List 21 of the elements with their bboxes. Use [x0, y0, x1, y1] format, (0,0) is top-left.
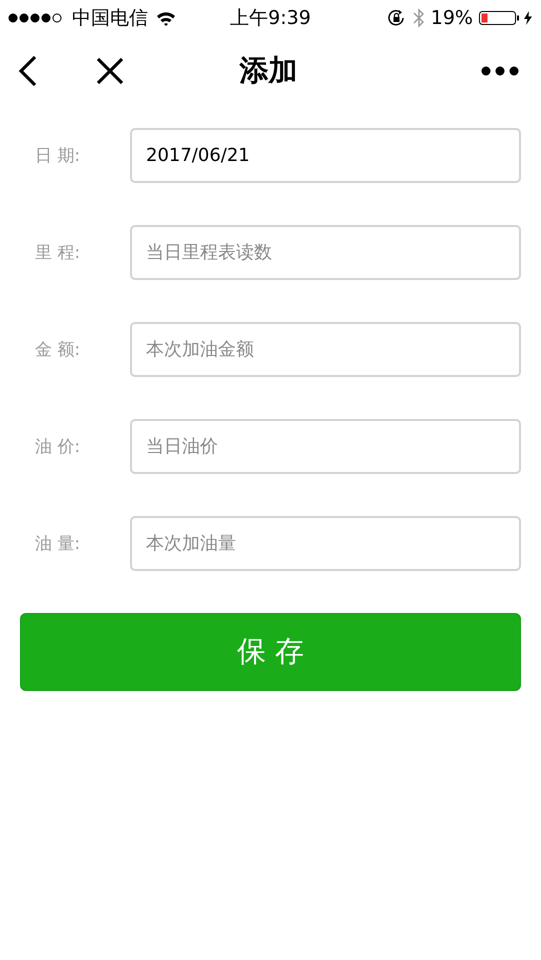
close-icon[interactable] [96, 57, 124, 85]
bluetooth-icon [412, 8, 425, 28]
battery-percent: 19% [430, 7, 473, 29]
field-label: 金 额: [35, 339, 82, 361]
input-field[interactable]: 本次加油量 [130, 516, 521, 571]
field-label: 油 量: [35, 533, 82, 555]
wifi-icon [156, 10, 176, 26]
field-label: 里 程: [35, 242, 82, 264]
more-icon[interactable] [481, 66, 519, 76]
input-field[interactable]: 2017/06/21 [130, 128, 521, 183]
back-icon[interactable] [18, 55, 38, 87]
carrier-name: 中国电信 [72, 6, 148, 31]
input-field[interactable]: 当日油价 [130, 419, 521, 474]
input-field[interactable]: 本次加油金额 [130, 322, 521, 377]
clock-time: 上午9:39 [230, 6, 311, 31]
signal-icon [8, 12, 64, 24]
field-label: 油 价: [35, 436, 82, 458]
battery-icon [478, 10, 533, 26]
page-title: 添加 [240, 52, 298, 89]
input-field[interactable]: 当日里程表读数 [130, 225, 521, 280]
field-label: 日 期: [35, 145, 82, 167]
